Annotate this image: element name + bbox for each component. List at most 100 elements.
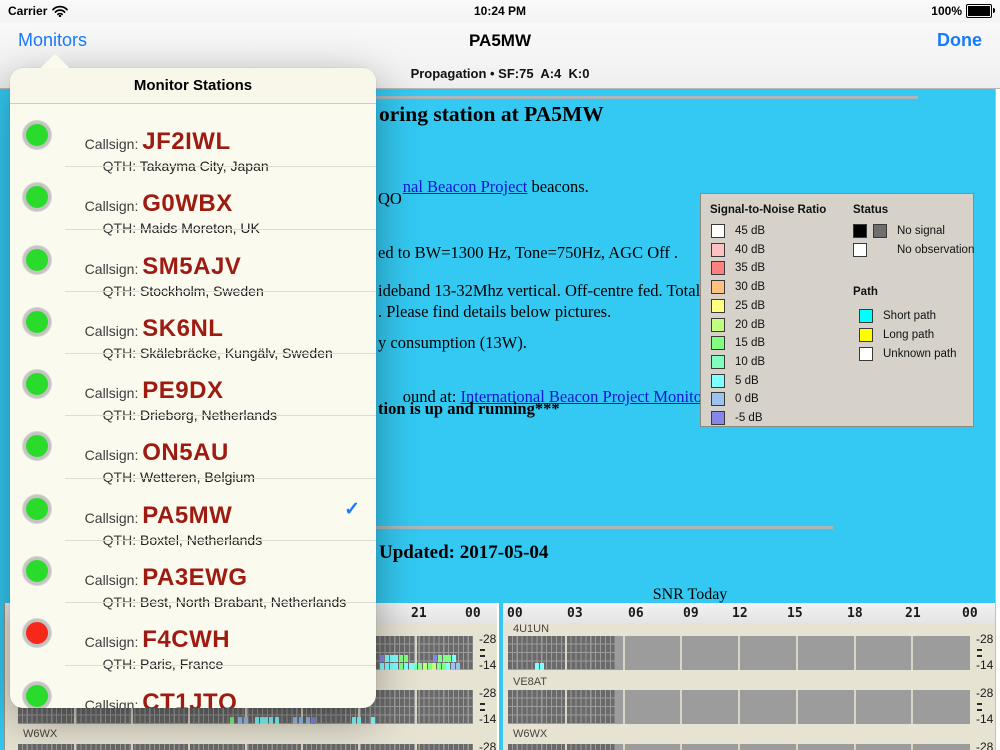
snr-today-chart: 00 03 06 09 12 15 18 21 00 4U1UN -28 -14 VE8AT -28 -14… xyxy=(503,603,997,750)
snr-bar xyxy=(18,744,473,750)
snr-cell xyxy=(446,663,451,670)
updated-date: Updated: 2017-05-04 xyxy=(379,542,549,563)
legend-snr-item: 10 dB xyxy=(711,354,765,369)
status-dot-icon xyxy=(23,494,51,523)
status-right: 100% xyxy=(931,4,995,18)
path-item-label: Unknown path xyxy=(883,348,957,360)
snr-cell xyxy=(442,654,447,662)
running-line: tion is up and running*** xyxy=(378,399,560,418)
time-axis-tick: 00 xyxy=(465,606,481,621)
snr-cell xyxy=(384,663,389,670)
snr-cell xyxy=(408,663,413,670)
station-list-item[interactable]: Callsign: SK6NL QTH: Skälebräcke, Kungäl… xyxy=(10,290,376,361)
snr-item-label: 40 dB xyxy=(735,243,766,256)
segment-divider xyxy=(853,744,856,750)
station-list-item[interactable]: Callsign: ON5AU QTH: Wetteren, Belgium ✓ xyxy=(10,415,376,485)
legend-path-item: Unknown path xyxy=(859,347,957,361)
status-bar: Carrier 10:24 PM 100% xyxy=(0,0,1000,22)
y-axis-label: -28 xyxy=(976,686,994,700)
snr-cell xyxy=(427,663,432,670)
status-dot-icon xyxy=(23,432,51,461)
segment-divider xyxy=(73,744,76,750)
segment-divider xyxy=(622,636,625,670)
snr-item-label: 35 dB xyxy=(735,262,766,275)
snr-cell xyxy=(306,717,311,724)
legend-snr-item: 15 dB xyxy=(711,336,766,351)
y-axis-label: -28 xyxy=(976,632,994,646)
segment-divider xyxy=(564,690,567,724)
receiver-line: ed to BW=1300 Hz, Tone=750Hz, AGC Off . xyxy=(378,243,679,262)
station-list-item[interactable]: Callsign: CT1JTQ QTH: Sagres, Portugal ✓ xyxy=(10,664,376,708)
station-list-item[interactable]: Callsign: PA3EWG QTH: Best, North Braban… xyxy=(10,540,376,610)
segment-divider xyxy=(853,690,856,724)
segment-divider xyxy=(130,744,133,750)
beacon-project-link[interactable]: nal Beacon Project xyxy=(403,177,528,196)
station-list-item[interactable]: Callsign: SM5AJV QTH: Stockholm, Sweden … xyxy=(10,228,376,299)
segment-divider xyxy=(564,636,567,670)
snr-cell xyxy=(433,654,438,662)
snr-swatch-icon xyxy=(711,280,725,295)
legend-status-item: No observation xyxy=(853,243,974,257)
checkmark-icon: ✓ xyxy=(344,498,360,520)
snr-legend-panel: Signal-to-Noise Ratio 45 dB 40 dB 35 dB 30 … xyxy=(700,193,974,427)
segment-divider xyxy=(738,636,740,670)
snr-item-label: 5 dB xyxy=(735,374,759,387)
snr-cell xyxy=(384,654,389,662)
time-axis-tick: 12 xyxy=(732,606,748,621)
snr-cell xyxy=(394,663,399,670)
status-dot-icon xyxy=(23,370,51,399)
station-list-item[interactable]: Callsign: PA5MW QTH: Boxtel, Netherlands… xyxy=(10,477,376,548)
path-swatch-icon xyxy=(859,328,873,342)
snr-cell xyxy=(357,717,362,724)
snr-cell xyxy=(259,717,264,724)
ipad-screen: Carrier 10:24 PM 100% Monitors PA5MW Don… xyxy=(0,0,1000,750)
snr-item-label: 0 dB xyxy=(735,393,759,406)
antenna-line-1: ideband 13-32Mhz vertical. Off-centre fe… xyxy=(378,281,701,300)
y-axis-ticks: -28-14 xyxy=(479,740,497,750)
y-axis-ticks: -28-14 xyxy=(976,740,995,750)
power-line: y consumption (13W). xyxy=(378,333,527,352)
page-heading-fragment: oring station at PA5MW xyxy=(379,102,604,126)
snr-item-label: 20 dB xyxy=(735,318,766,331)
snr-cell xyxy=(394,654,399,662)
time-axis-tick: 15 xyxy=(787,606,803,621)
y-axis-ticks: -28-14 xyxy=(976,632,995,672)
station-list-item[interactable]: Callsign: PE9DX QTH: Drieborg, Netherlan… xyxy=(10,353,376,423)
segment-divider xyxy=(738,744,740,750)
snr-cell xyxy=(418,663,423,670)
snr-bar xyxy=(508,636,970,670)
snr-item-label: 15 dB xyxy=(735,337,766,350)
segment-divider xyxy=(911,744,914,750)
station-list-item[interactable]: Callsign: JF2IWL QTH: Takayma City, Japa… xyxy=(10,104,376,174)
snr-today-title: SNR Today xyxy=(652,586,728,603)
status-dot-icon xyxy=(23,121,51,149)
snr-cell xyxy=(403,663,408,670)
snr-cell xyxy=(389,654,394,662)
time-axis-tick: 18 xyxy=(847,606,863,621)
snr-cell xyxy=(422,663,427,670)
scrollbar-track[interactable] xyxy=(995,88,1000,750)
legend-path-item: Long path xyxy=(859,328,934,342)
snr-cell xyxy=(351,717,356,724)
station-list-item[interactable]: Callsign: F4CWH QTH: Paris, France ✓ xyxy=(10,602,376,672)
segment-divider xyxy=(301,744,304,750)
time-axis-tick: 06 xyxy=(628,606,644,621)
station-label: W6WX xyxy=(23,728,58,740)
time-axis-strip: 00 03 06 09 12 15 18 21 00 xyxy=(503,603,995,623)
legend-snr-item: 0 dB xyxy=(711,392,759,407)
snr-cell xyxy=(243,717,248,724)
time-axis-tick: 09 xyxy=(683,606,699,621)
legend-path-title: Path xyxy=(853,286,878,298)
legend-path-item: Short path xyxy=(859,309,936,323)
snr-cell xyxy=(539,663,544,670)
segment-divider xyxy=(564,744,567,750)
done-button[interactable]: Done xyxy=(937,30,982,51)
y-axis-label: -28 xyxy=(479,632,497,646)
segment-divider xyxy=(680,636,683,670)
station-list-item[interactable]: Callsign: G0WBX QTH: Maids Moreton, UK ✓ xyxy=(10,166,376,236)
snr-swatch-icon xyxy=(711,336,725,351)
legend-snr-item: 5 dB xyxy=(711,373,759,388)
legend-snr-item: 45 dB xyxy=(711,224,765,238)
legend-snr-item: 30 dB xyxy=(711,280,765,295)
y-axis-dash xyxy=(977,709,982,711)
